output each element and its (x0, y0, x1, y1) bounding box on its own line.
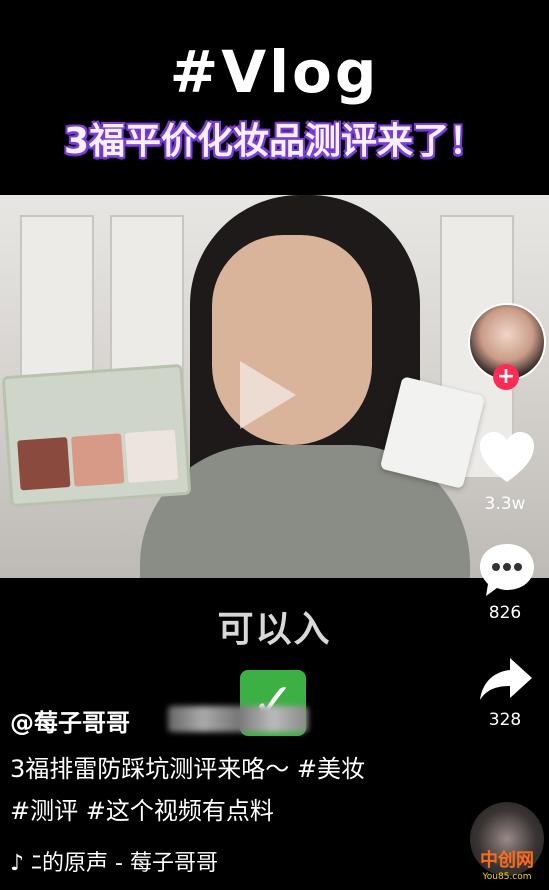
makeup-palette (1, 363, 192, 508)
like-count: 3.3w (484, 494, 526, 514)
title-vlog: #Vlog (169, 38, 380, 106)
post-description: 3福排雷防踩坑测评来咯～ #美妆 #测评 #这个视频有点料 (10, 755, 366, 825)
watermark-url: You85.com (482, 872, 532, 882)
watermark-name: 中创网 (480, 850, 534, 871)
author-username[interactable]: @莓子哥哥 (10, 703, 130, 738)
palette-pan (124, 429, 179, 483)
comment-count: 826 (488, 603, 522, 623)
palette-pan (71, 433, 125, 487)
watermark-logo: 中创网 You85.com (467, 846, 547, 886)
share-arrow-icon[interactable] (478, 656, 534, 702)
comment-icon[interactable] (478, 542, 536, 598)
play-icon[interactable] (232, 355, 302, 435)
video-player[interactable] (0, 195, 549, 578)
follow-button[interactable]: + (493, 364, 519, 390)
title-subtitle: 3福平价化妆品测评来了！ (63, 121, 486, 162)
share-count: 328 (488, 710, 522, 730)
palette-pan (17, 437, 71, 491)
music-label[interactable]: ♪ ﾆ的原声 - 莓子哥哥 (10, 845, 218, 877)
blurred-meta (168, 706, 308, 732)
like-heart-icon[interactable] (478, 430, 536, 484)
